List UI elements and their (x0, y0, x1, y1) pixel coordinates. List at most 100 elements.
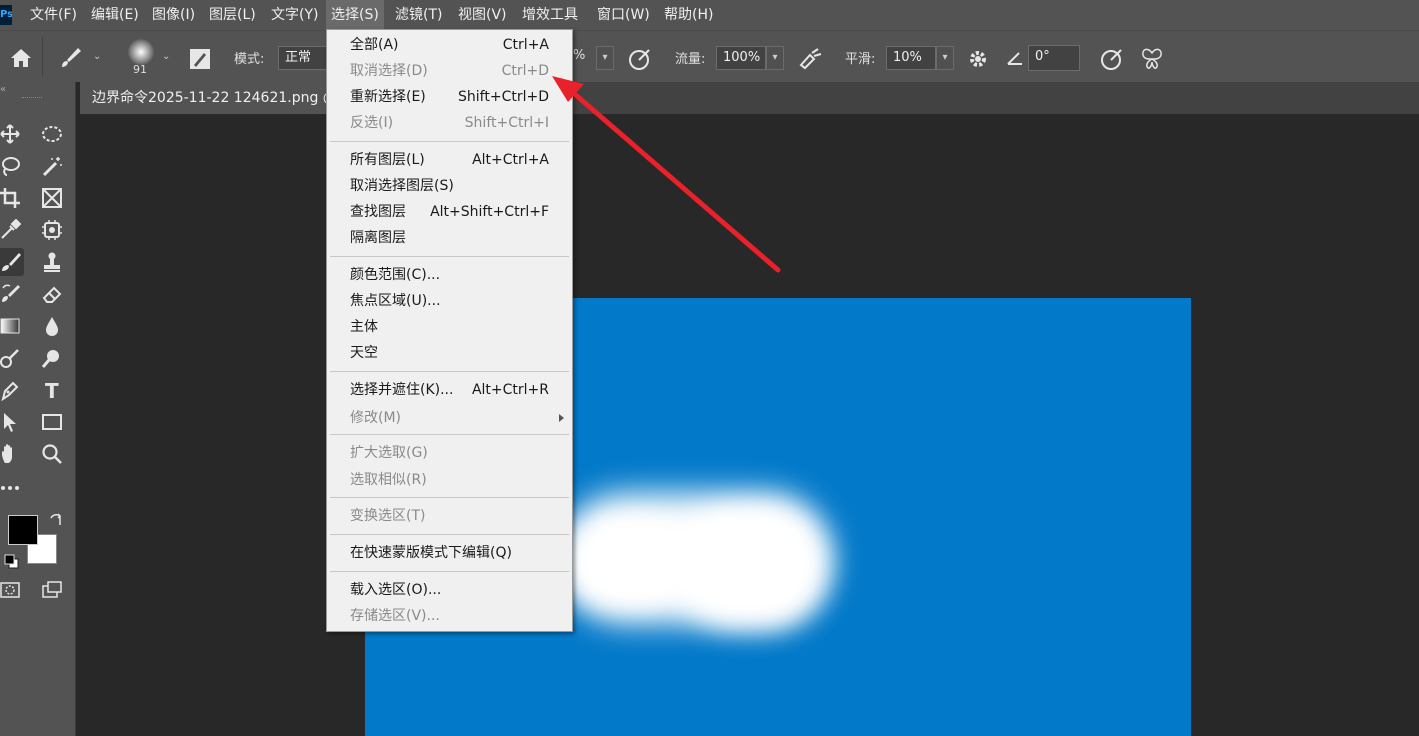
history-brush-icon[interactable] (0, 280, 24, 308)
menu-separator (330, 434, 569, 435)
screen-mode-icon[interactable] (38, 576, 66, 604)
menu-item-grow[interactable]: 扩大选取(G) (327, 440, 572, 466)
menu-item-select-all[interactable]: 全部(A) Ctrl+A (327, 32, 572, 58)
menu-item-select-and-mask[interactable]: 选择并遮住(K)... Alt+Ctrl+R (327, 377, 572, 403)
foreground-color-swatch[interactable] (8, 515, 38, 545)
type-icon[interactable]: T (38, 376, 66, 404)
flow-label: 流量: (675, 52, 706, 67)
menu-item-inverse[interactable]: 反选(I) Shift+Ctrl+I (327, 110, 572, 136)
menu-plugins[interactable]: 增效工具 (517, 0, 583, 30)
menu-item-load-selection[interactable]: 载入选区(O)... (327, 577, 572, 603)
crop-icon[interactable] (0, 184, 24, 212)
move-tool-icon[interactable] (0, 120, 24, 148)
angle-icon (1006, 49, 1024, 71)
options-bar: ⌄ 91 ⌄ 模式: 正常 % ▾ 流量: 100% ▾ 平滑: 10% ▾ 0… (0, 30, 1419, 82)
menu-filter[interactable]: 滤镜(T) (390, 0, 447, 30)
menu-help[interactable]: 帮助(H) (659, 0, 718, 30)
menu-item-save-selection[interactable]: 存储选区(V)... (327, 603, 572, 629)
opacity-suffix: % (573, 48, 586, 63)
clone-stamp-icon[interactable] (38, 248, 66, 276)
document-tab-bar: 边界命令2025-11-22 124621.png @ (80, 82, 1419, 114)
eraser-icon[interactable] (38, 280, 66, 308)
flow-field[interactable]: 100% (716, 46, 766, 70)
menu-separator (330, 571, 569, 572)
brush-icon[interactable] (0, 248, 24, 276)
menu-separator (330, 256, 569, 257)
menu-item-isolate-layers[interactable]: 隔离图层 (327, 225, 572, 251)
menu-separator (330, 141, 569, 142)
symmetry-butterfly-icon[interactable] (1140, 47, 1164, 75)
rectangle-icon[interactable] (38, 408, 66, 436)
menu-file[interactable]: 文件(F) (25, 0, 82, 30)
mode-select[interactable]: 正常 (278, 46, 328, 70)
chevron-down-icon[interactable]: ▾ (936, 46, 954, 70)
quick-mask-icon[interactable] (0, 576, 24, 604)
zoom-icon[interactable] (38, 440, 66, 468)
brush-tip-preview[interactable] (128, 39, 154, 65)
menu-item-modify[interactable]: 修改(M) (327, 405, 572, 431)
menu-item-deselect[interactable]: 取消选择(D) Ctrl+D (327, 58, 572, 84)
menu-item-deselect-layers[interactable]: 取消选择图层(S) (327, 173, 572, 199)
pressure-opacity-icon[interactable] (628, 47, 652, 75)
menu-bar: Ps 文件(F) 编辑(E) 图像(I) 图层(L) 文字(Y) 选择(S) 滤… (0, 0, 1419, 30)
path-select-icon[interactable] (0, 408, 24, 436)
menu-item-sky[interactable]: 天空 (327, 340, 572, 366)
menu-item-find-layers[interactable]: 查找图层 Alt+Shift+Ctrl+F (327, 199, 572, 225)
airbrush-icon[interactable] (798, 47, 824, 75)
pen-icon[interactable] (0, 376, 24, 404)
pressure-size-icon[interactable] (1100, 47, 1124, 75)
magic-wand-icon[interactable] (38, 152, 66, 180)
type-tool-glyph: T (45, 379, 59, 401)
zoom-lens-icon[interactable] (38, 344, 66, 372)
menu-separator (330, 534, 569, 535)
menu-separator (330, 497, 569, 498)
brush-settings-icon[interactable] (188, 47, 212, 75)
lasso-icon[interactable] (0, 152, 24, 180)
swap-colors-icon[interactable] (48, 512, 64, 532)
brush-size-value: 91 (133, 63, 147, 76)
menu-window[interactable]: 窗口(W) (592, 0, 655, 30)
chevron-down-icon[interactable]: ⌄ (93, 51, 101, 62)
menu-item-all-layers[interactable]: 所有图层(L) Alt+Ctrl+A (327, 147, 572, 173)
menu-item-quick-mask[interactable]: 在快速蒙版模式下编辑(Q) (327, 540, 572, 566)
hand-icon[interactable] (0, 440, 24, 468)
collapse-icon[interactable]: « (0, 84, 6, 95)
smooth-field[interactable]: 10% (886, 46, 936, 70)
chevron-down-icon[interactable]: ⌄ (162, 51, 170, 62)
menu-image[interactable]: 图像(I) (147, 0, 200, 30)
menu-select[interactable]: 选择(S) (326, 0, 384, 30)
elliptical-marquee-icon[interactable] (38, 120, 66, 148)
menu-item-color-range[interactable]: 颜色范围(C)... (327, 262, 572, 288)
frame-icon[interactable] (38, 184, 66, 212)
submenu-arrow-icon (559, 414, 564, 422)
menu-layer[interactable]: 图层(L) (204, 0, 261, 30)
menu-item-focus-area[interactable]: 焦点区域(U)... (327, 288, 572, 314)
menu-view[interactable]: 视图(V) (453, 0, 512, 30)
smooth-label: 平滑: (845, 52, 876, 67)
menu-item-transform-selection[interactable]: 变换选区(T) (327, 503, 572, 529)
eyedropper-icon[interactable] (0, 216, 24, 244)
cloud-shape (565, 523, 685, 603)
photoshop-logo: Ps (0, 5, 12, 25)
home-icon[interactable] (9, 47, 33, 73)
menu-type[interactable]: 文字(Y) (266, 0, 323, 30)
chevron-down-icon[interactable]: ▾ (766, 46, 784, 70)
gradient-icon[interactable] (0, 312, 24, 340)
select-menu-dropdown: 全部(A) Ctrl+A 取消选择(D) Ctrl+D 重新选择(E) Shift+C… (326, 29, 573, 632)
angle-field[interactable]: 0° (1028, 45, 1080, 71)
menu-item-similar[interactable]: 选取相似(R) (327, 467, 572, 493)
document-tab[interactable]: 边界命令2025-11-22 124621.png @ (80, 82, 330, 114)
blur-icon[interactable] (38, 312, 66, 340)
healing-brush-icon[interactable] (38, 216, 66, 244)
menu-item-subject[interactable]: 主体 (327, 314, 572, 340)
default-colors-icon[interactable] (4, 554, 20, 574)
dodge-icon[interactable] (0, 344, 24, 372)
chevron-down-icon[interactable]: ▾ (596, 46, 614, 70)
gear-icon[interactable] (967, 48, 989, 74)
menu-edit[interactable]: 编辑(E) (86, 0, 144, 30)
menu-item-reselect[interactable]: 重新选择(E) Shift+Ctrl+D (327, 84, 572, 110)
more-tools-icon[interactable] (0, 474, 24, 502)
brush-preset-icon[interactable] (58, 45, 84, 75)
mode-label: 模式: (234, 52, 265, 67)
cloud-shape (675, 508, 825, 628)
